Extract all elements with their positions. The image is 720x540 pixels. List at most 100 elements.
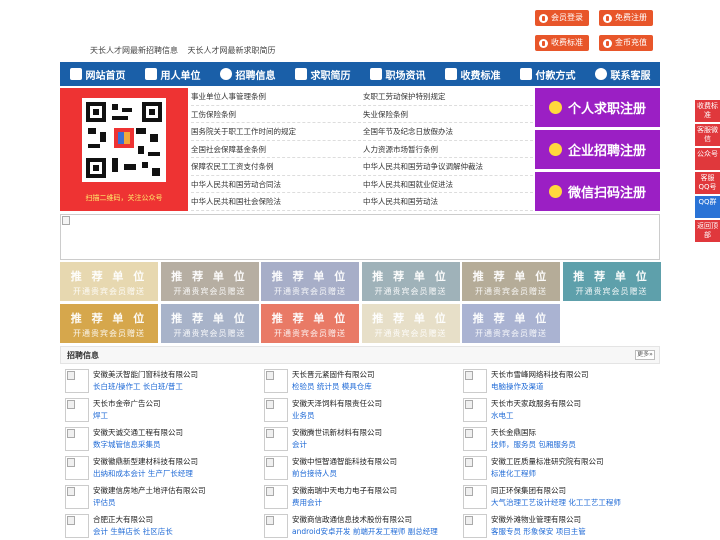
job-item[interactable]: 安徽南瑞中天电力电子有限公司 费用会计 [259,482,454,511]
latest-jobs-link[interactable]: 天长人才网最新招聘信息 [90,46,178,55]
job-item[interactable]: 天长金鼎国际 技师，服务员 包厢服务员 [458,424,653,453]
company-name[interactable]: 同正环保集团有限公司 [491,485,566,496]
job-positions[interactable]: 焊工 [93,410,108,421]
job-item[interactable]: 安徽建信房地产土地评估有限公司 评估员 [60,482,255,511]
recommended-tile[interactable]: 推 荐 单 位开通贵宾会员赠送 [261,304,359,343]
job-positions[interactable]: 检验员 统计员 模具仓库 [292,381,372,392]
recommended-tile[interactable]: 推 荐 单 位开通贵宾会员赠送 [361,262,460,301]
company-name[interactable]: 安徽中恒智通智能科技有限公司 [292,456,397,467]
job-positions[interactable]: android安卓开发 前端开发工程师 副总经理 [292,526,438,537]
policy-link[interactable]: 女职工劳动保护特别规定 [363,88,533,106]
job-item[interactable]: 安徽商信政通信息技术股份有限公司 android安卓开发 前端开发工程师 副总经理 [259,511,454,540]
side-button[interactable]: 客服QQ号 [695,172,720,194]
policy-link[interactable]: 保障农民工工资支付条例 [191,158,361,176]
company-name[interactable]: 天长市天家政服务有限公司 [491,398,581,409]
recommended-tile[interactable]: 推 荐 单 位开通贵宾会员赠送 [160,304,259,343]
job-positions[interactable]: 技师，服务员 包厢服务员 [491,439,576,450]
policy-link[interactable]: 国务院关于职工工作时间的规定 [191,123,361,141]
policy-link[interactable]: 失业保险条例 [363,106,533,123]
recommended-tile[interactable]: 推 荐 单 位开通贵宾会员赠送 [562,262,661,301]
policy-link[interactable]: 工伤保险条例 [191,106,361,123]
job-positions[interactable]: 会计 生鲜店长 社区店长 [93,526,173,537]
job-positions[interactable]: 水电工 [491,410,514,421]
job-item[interactable]: 安徽中恒智通智能科技有限公司 前台接待人员 [259,453,454,482]
company-register-button[interactable]: 企业招聘注册 [535,130,660,169]
job-item[interactable]: 安徽美沃智能门窗科技有限公司 长白班/操作工 长白班/普工 [60,366,255,395]
policy-link[interactable]: 人力资源市场暂行条例 [363,141,533,158]
job-positions[interactable]: 大气治理工艺设计经理 化工工艺工程师 [491,497,621,508]
side-button[interactable]: 收费标准 [695,100,720,122]
side-button[interactable]: 公众号 [695,148,720,170]
recommended-tile[interactable]: 推 荐 单 位开通贵宾会员赠送 [60,304,158,343]
policy-link[interactable]: 全国年节及纪念日放假办法 [363,123,533,141]
job-positions[interactable]: 费用会计 [292,497,322,508]
company-name[interactable]: 安徽腾世讯新材料有限公司 [292,427,382,438]
job-positions[interactable]: 标准化工程师 [491,468,536,479]
policy-link[interactable]: 中华人民共和国劳动争议调解仲裁法 [363,158,533,176]
nav-home[interactable]: 网站首页 [60,62,135,86]
personal-register-button[interactable]: 个人求职注册 [535,88,660,127]
job-item[interactable]: 同正环保集团有限公司 大气治理工艺设计经理 化工工艺工程师 [458,482,653,511]
job-positions[interactable]: 前台接待人员 [292,468,337,479]
side-button[interactable]: QQ群 [695,196,720,218]
job-item[interactable]: 安徽徽鼎新型建材科技有限公司 出纳和成本会计 生产厂长经理 [60,453,255,482]
job-item[interactable]: 合肥正大有限公司 会计 生鲜店长 社区店长 [60,511,255,540]
job-positions[interactable]: 会计 [292,439,307,450]
recommended-tile[interactable]: 推 荐 单 位开通贵宾会员赠送 [160,262,259,301]
register-button[interactable]: 免费注册 [599,10,653,26]
company-name[interactable]: 天长市雪峰网络科技有限公司 [491,369,589,380]
job-item[interactable]: 天长市天家政服务有限公司 水电工 [458,395,653,424]
nav-news[interactable]: 职场资讯 [360,62,435,86]
company-name[interactable]: 安徽天泽饲料有限责任公司 [292,398,382,409]
job-positions[interactable]: 评估员 [93,497,116,508]
recommended-tile[interactable]: 推 荐 单 位开通贵宾会员赠送 [261,262,359,301]
job-item[interactable]: 天长市雪峰网络科技有限公司 电脑操作及渠道 [458,366,653,395]
company-name[interactable]: 安徽徽鼎新型建材科技有限公司 [93,456,198,467]
company-name[interactable]: 天长市金帝广告公司 [93,398,161,409]
job-positions[interactable]: 客服专员 形象保安 项目主管 [491,526,586,537]
nav-resumes[interactable]: 求职简历 [285,62,360,86]
wechat-register-button[interactable]: 微信扫码注册 [535,172,660,211]
recommended-tile[interactable]: 推 荐 单 位开通贵宾会员赠送 [462,304,560,343]
company-name[interactable]: 合肥正大有限公司 [93,514,153,525]
login-button[interactable]: 会员登录 [535,10,589,26]
side-button[interactable]: 返回顶部 [695,220,720,242]
job-positions[interactable]: 业务员 [292,410,315,421]
latest-resumes-link[interactable]: 天长人才网最新求职简历 [188,46,276,55]
job-item[interactable]: 安徽外滩物业管理有限公司 客服专员 形象保安 项目主管 [458,511,653,540]
job-item[interactable]: 安徽天泽饲料有限责任公司 业务员 [259,395,454,424]
policy-link[interactable]: 全国社会保障基金条例 [191,141,361,158]
company-name[interactable]: 安徽天诚交通工程有限公司 [93,427,183,438]
recommended-tile[interactable]: 推 荐 单 位开通贵宾会员赠送 [361,304,460,343]
company-name[interactable]: 安徽美沃智能门窗科技有限公司 [93,369,198,380]
job-item[interactable]: 安徽天诚交通工程有限公司 数字城管信息采集员 [60,424,255,453]
company-name[interactable]: 安徽外滩物业管理有限公司 [491,514,581,525]
job-positions[interactable]: 电脑操作及渠道 [491,381,544,392]
company-name[interactable]: 天长晋元紧固件有限公司 [292,369,375,380]
job-item[interactable]: 安徽工匠质量标准研究院有限公司 标准化工程师 [458,453,653,482]
nav-jobs[interactable]: 招聘信息 [210,62,285,86]
policy-link[interactable]: 中华人民共和国就业促进法 [363,176,533,193]
job-positions[interactable]: 数字城管信息采集员 [93,439,161,450]
recommended-tile[interactable]: 推 荐 单 位开通贵宾会员赠送 [462,262,560,301]
company-name[interactable]: 安徽南瑞中天电力电子有限公司 [292,485,397,496]
side-button[interactable]: 客服微信 [695,124,720,146]
job-item[interactable]: 天长市金帝广告公司 焊工 [60,395,255,424]
job-positions[interactable]: 出纳和成本会计 生产厂长经理 [93,468,193,479]
job-item[interactable]: 天长晋元紧固件有限公司 检验员 统计员 模具仓库 [259,366,454,395]
company-name[interactable]: 安徽建信房地产土地评估有限公司 [93,485,206,496]
more-button[interactable]: 更多» [635,350,655,360]
company-name[interactable]: 安徽商信政通信息技术股份有限公司 [292,514,412,525]
policy-link[interactable]: 中华人民共和国社会保险法 [191,193,361,211]
company-name[interactable]: 天长金鼎国际 [491,427,536,438]
policy-link[interactable]: 中华人民共和国劳动法 [363,193,533,211]
company-name[interactable]: 安徽工匠质量标准研究院有限公司 [491,456,604,467]
nav-contact[interactable]: 联系客服 [585,62,660,86]
policy-link[interactable]: 中华人民共和国劳动合同法 [191,176,361,193]
job-positions[interactable]: 长白班/操作工 长白班/普工 [93,381,183,392]
coin-recharge-button[interactable]: 金币充值 [599,35,653,51]
nav-fees[interactable]: 收费标准 [435,62,510,86]
nav-employers[interactable]: 用人单位 [135,62,210,86]
policy-link[interactable]: 事业单位人事管理条例 [191,88,361,106]
job-item[interactable]: 安徽腾世讯新材料有限公司 会计 [259,424,454,453]
